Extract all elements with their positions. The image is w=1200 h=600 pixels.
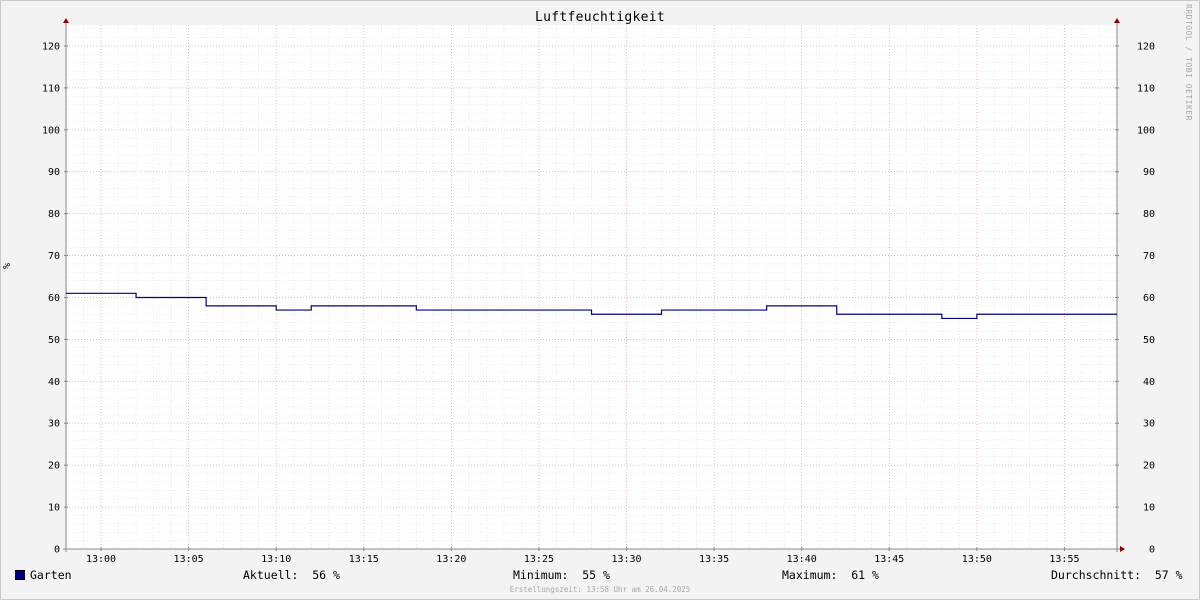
y-tick-label-left: 110 bbox=[42, 83, 60, 94]
y-axis-right-arrow bbox=[1114, 18, 1120, 23]
x-tick-label: 13:20 bbox=[436, 554, 466, 565]
y-tick-label-left: 20 bbox=[48, 461, 60, 472]
y-tick-label-right: 80 bbox=[1143, 209, 1155, 220]
legend-maximum: Maximum: 61 % bbox=[782, 568, 879, 582]
y-tick-label-left: 60 bbox=[48, 293, 60, 304]
y-tick-label-left: 90 bbox=[48, 167, 60, 178]
x-tick-label: 13:50 bbox=[962, 554, 992, 565]
y-tick-label-right: 20 bbox=[1143, 461, 1155, 472]
y-tick-label-left: 0 bbox=[54, 545, 60, 556]
y-tick-label-right: 90 bbox=[1143, 167, 1155, 178]
y-tick-label-right: 0 bbox=[1149, 545, 1155, 556]
x-tick-label: 13:15 bbox=[349, 554, 379, 565]
x-tick-label: 13:45 bbox=[874, 554, 904, 565]
y-tick-label-left: 120 bbox=[42, 41, 60, 52]
y-tick-label-right: 100 bbox=[1137, 125, 1155, 136]
y-tick-label-right: 70 bbox=[1143, 251, 1155, 262]
y-tick-label-left: 40 bbox=[48, 377, 60, 388]
x-tick-label: 13:05 bbox=[174, 554, 204, 565]
x-tick-label: 13:25 bbox=[524, 554, 554, 565]
legend-swatch bbox=[15, 570, 25, 580]
legend-durchschnitt: Durchschnitt: 57 % bbox=[1051, 568, 1183, 582]
y-axis-left-arrow bbox=[63, 18, 69, 23]
y-tick-label-right: 50 bbox=[1143, 335, 1155, 346]
x-tick-label: 13:30 bbox=[611, 554, 641, 565]
x-tick-label: 13:40 bbox=[787, 554, 817, 565]
y-tick-label-right: 60 bbox=[1143, 293, 1155, 304]
legend-minimum: Minimum: 55 % bbox=[513, 568, 610, 582]
y-tick-label-left: 80 bbox=[48, 209, 60, 220]
y-tick-label-right: 120 bbox=[1137, 41, 1155, 52]
legend-aktuell: Aktuell: 56 % bbox=[243, 568, 340, 582]
y-tick-label-right: 30 bbox=[1143, 419, 1155, 430]
x-tick-label: 13:55 bbox=[1049, 554, 1079, 565]
y-tick-label-left: 10 bbox=[48, 503, 60, 514]
x-tick-label: 13:35 bbox=[699, 554, 729, 565]
y-tick-label-right: 10 bbox=[1143, 503, 1155, 514]
legend-series-name: Garten bbox=[30, 568, 72, 582]
x-axis-arrow bbox=[1120, 546, 1125, 552]
x-tick-label: 13:10 bbox=[261, 554, 291, 565]
y-tick-label-right: 110 bbox=[1137, 83, 1155, 94]
y-axis-label: % bbox=[2, 263, 13, 269]
chart-svg: 0 0 10 10 20 20 30 30 40 40 50 50 60 60 70 70 80 80 90 90 10… bbox=[2, 18, 1155, 565]
y-tick-label-left: 30 bbox=[48, 419, 60, 430]
y-tick-label-left: 70 bbox=[48, 251, 60, 262]
x-tick-label: 13:00 bbox=[86, 554, 116, 565]
y-tick-label-right: 40 bbox=[1143, 377, 1155, 388]
y-tick-label-left: 100 bbox=[42, 125, 60, 136]
footer-timestamp: Erstellungszeit: 13:58 Uhr am 26.04.2025 bbox=[509, 585, 691, 594]
y-tick-label-left: 50 bbox=[48, 335, 60, 346]
